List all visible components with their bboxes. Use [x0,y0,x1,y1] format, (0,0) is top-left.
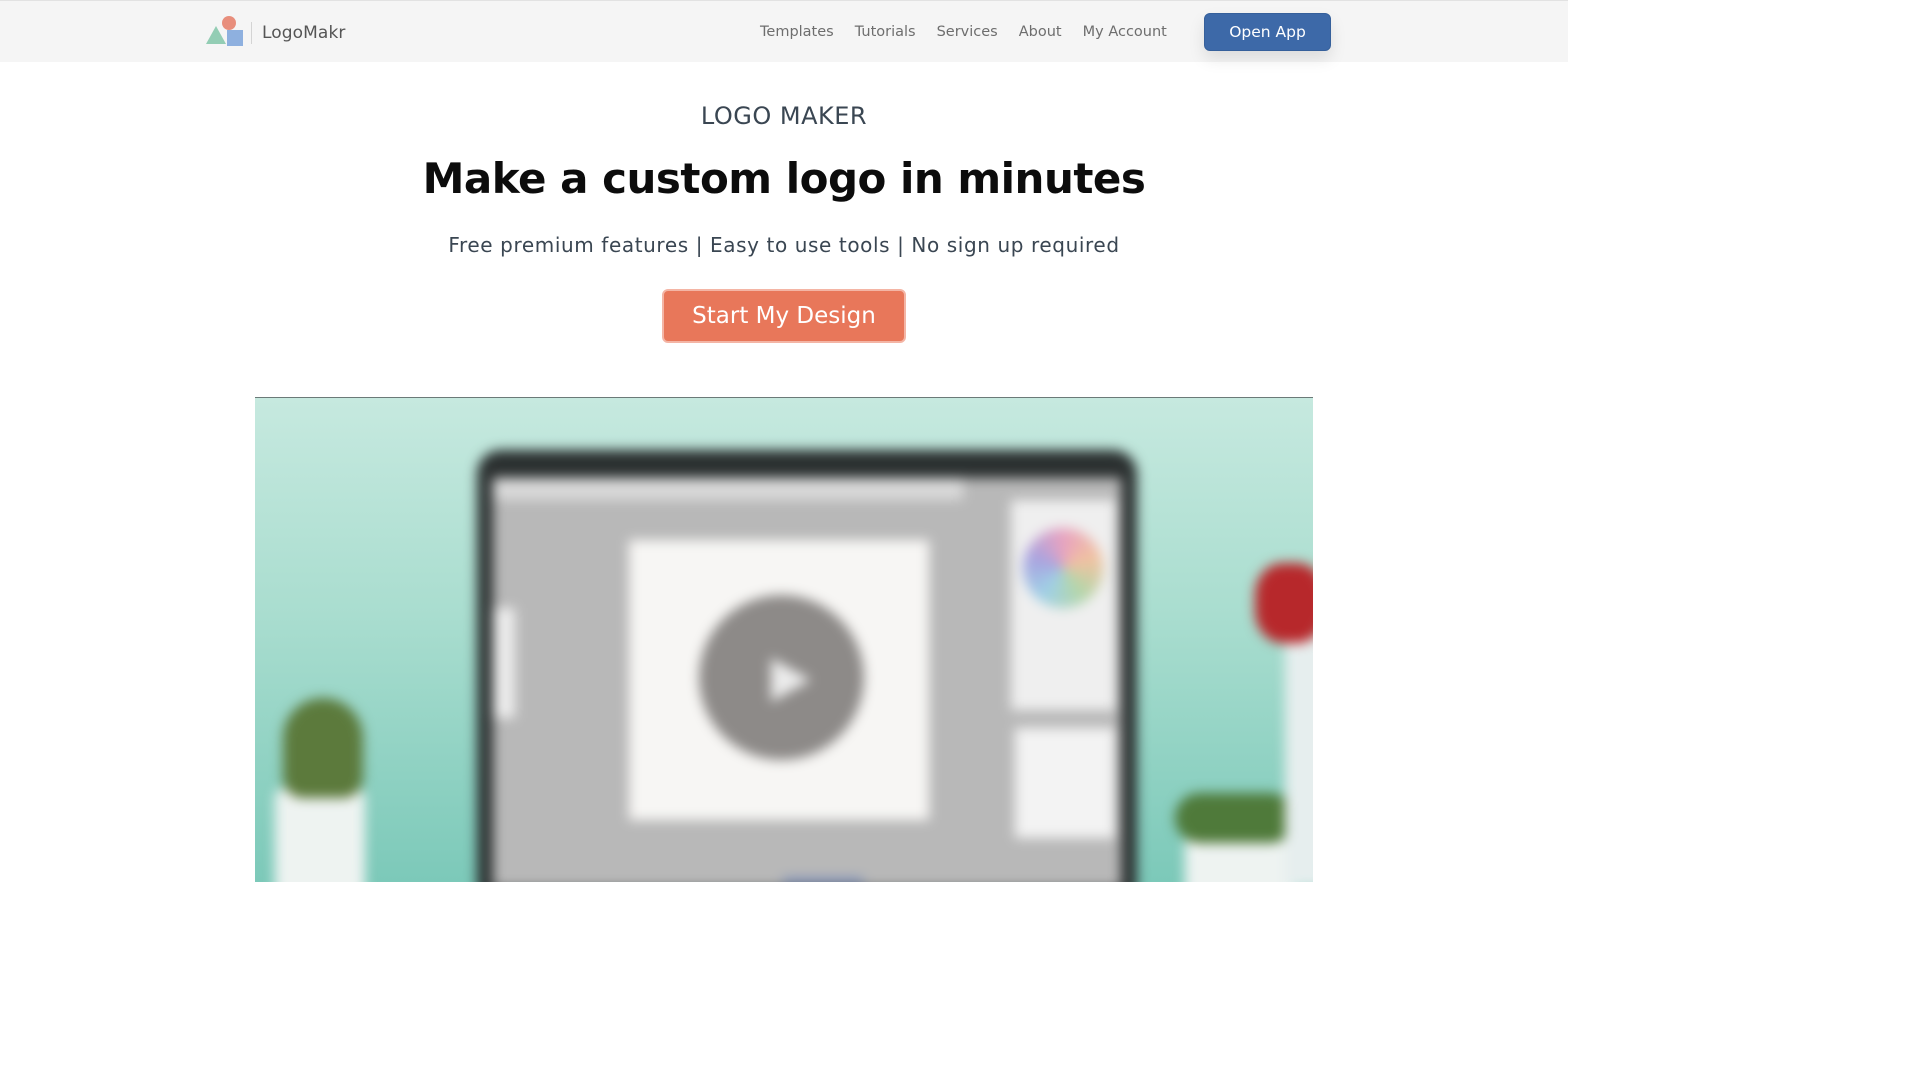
hero-video-thumbnail[interactable] [255,397,1313,882]
logo-shapes-icon [205,16,245,50]
plant-left [283,698,363,798]
laptop [477,450,1137,882]
brand-name: LogoMakr [262,23,346,43]
play-icon [771,658,811,702]
plant-right [1175,793,1295,843]
app-toolbar [493,608,515,718]
site-header: LogoMakr Templates Tutorials Services Ab… [0,0,1568,62]
nav-link-templates[interactable]: Templates [760,21,834,43]
logo-circle [222,16,236,30]
app-canvas [629,540,929,820]
color-wheel-icon [1023,528,1103,608]
blurred-desk-scene [255,398,1313,882]
brand-logo[interactable]: LogoMakr [205,16,345,50]
main-nav: Templates Tutorials Services About My Ac… [760,21,1188,43]
app-dock [783,878,863,882]
nav-link-about[interactable]: About [1019,21,1062,43]
brand-divider [251,22,252,44]
logo-triangle [206,26,226,44]
vase [1285,638,1313,882]
logo-square [227,30,243,46]
open-app-button[interactable]: Open App [1204,13,1331,51]
nav-link-services[interactable]: Services [937,21,998,43]
nav-link-tutorials[interactable]: Tutorials [855,21,916,43]
start-my-design-button[interactable]: Start My Design [662,289,906,343]
hero-subline: Free premium features | Easy to use tool… [448,233,1120,257]
plant-pot-left [275,788,365,882]
hero-headline: Make a custom logo in minutes [422,154,1146,203]
app-menubar [493,478,963,500]
flower [1255,563,1313,643]
hero-eyebrow: LOGO MAKER [700,102,868,130]
app-side-panel [1015,728,1115,838]
nav-link-my-account[interactable]: My Account [1083,21,1167,43]
laptop-screen [493,478,1121,882]
